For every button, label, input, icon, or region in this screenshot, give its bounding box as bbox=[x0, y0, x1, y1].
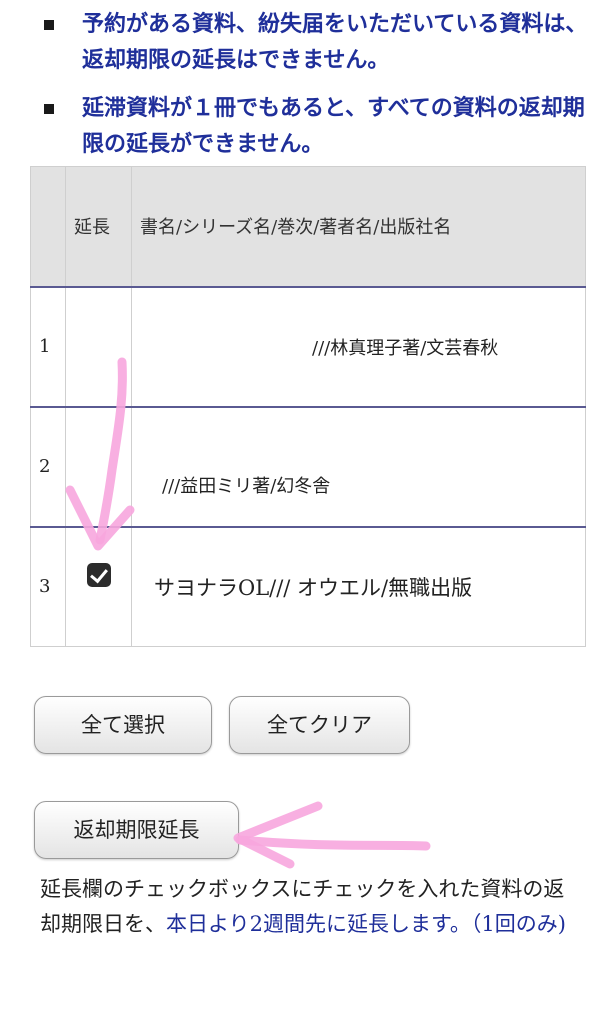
loan-table: 延長 書名/シリーズ名/巻次/著者名/出版社名 1 ///林真理子著/文芸春秋 … bbox=[30, 166, 586, 647]
header-title: 書名/シリーズ名/巻次/著者名/出版社名 bbox=[131, 166, 586, 287]
row-title: サヨナラOL/// オウエル/無職出版 bbox=[131, 525, 586, 647]
notice-text: 予約がある資料、紛失届をいただいている資料は、返却期限の延長はできません。 bbox=[82, 11, 588, 73]
table-header-row: 延長 書名/シリーズ名/巻次/著者名/出版社名 bbox=[30, 166, 586, 287]
notice-text: 延滞資料が１冊でもあると、すべての資料の返却期限の延長ができません。 bbox=[82, 95, 585, 157]
notice-list: 予約がある資料、紛失届をいただいている資料は、返却期限の延長はできません。 延滞… bbox=[40, 6, 600, 174]
extend-due-date-button[interactable]: 返却期限延長 bbox=[34, 801, 239, 859]
arrow-left-head-annotation bbox=[233, 801, 323, 869]
arrow-left-annotation bbox=[235, 835, 431, 851]
clear-all-button[interactable]: 全てクリア bbox=[229, 696, 410, 754]
extend-cell[interactable] bbox=[65, 525, 132, 647]
select-all-button[interactable]: 全て選択 bbox=[34, 696, 212, 754]
row-title: ///林真理子著/文芸春秋 bbox=[131, 285, 586, 407]
row-number: 3 bbox=[30, 525, 66, 647]
extend-cell[interactable] bbox=[65, 285, 132, 407]
header-number bbox=[30, 166, 66, 287]
square-bullet-icon bbox=[44, 104, 54, 114]
notice-item: 延滞資料が１冊でもあると、すべての資料の返却期限の延長ができません。 bbox=[40, 90, 600, 162]
notice-item: 予約がある資料、紛失届をいただいている資料は、返却期限の延長はできません。 bbox=[40, 6, 600, 78]
row-title: ///益田ミリ著/幻冬舎 bbox=[131, 405, 586, 527]
square-bullet-icon bbox=[44, 20, 54, 30]
extend-checkbox-checked[interactable] bbox=[86, 562, 111, 587]
header-extend: 延長 bbox=[65, 166, 132, 287]
extend-cell[interactable] bbox=[65, 405, 132, 527]
extend-description: 延長欄のチェックボックスにチェックを入れた資料の返却期限日を、本日より2週間先に… bbox=[40, 872, 570, 942]
table-row: 1 ///林真理子著/文芸春秋 bbox=[30, 285, 586, 407]
table-row: 3 サヨナラOL/// オウエル/無職出版 bbox=[30, 525, 586, 647]
table-row: 2 ///益田ミリ著/幻冬舎 bbox=[30, 405, 586, 527]
row-number: 2 bbox=[30, 405, 66, 527]
description-highlight: 本日より2週間先に延長します。（1回のみ) bbox=[166, 912, 566, 936]
row-number: 1 bbox=[30, 285, 66, 407]
